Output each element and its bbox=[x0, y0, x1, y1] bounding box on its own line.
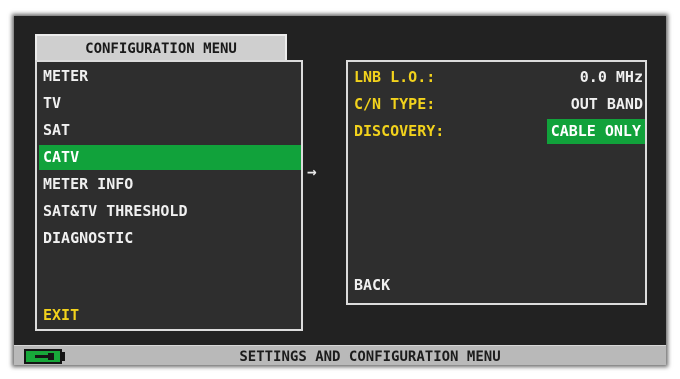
menu-item-meter[interactable]: METER bbox=[39, 64, 301, 89]
discovery-value: CABLE ONLY bbox=[546, 119, 645, 144]
device-screen: CONFIGURATION MENU METER TV SAT CATV MET… bbox=[14, 16, 666, 365]
status-bar: SETTINGS AND CONFIGURATION MENU bbox=[14, 345, 666, 365]
cn-type-row[interactable]: C/N TYPE: OUT BAND bbox=[354, 92, 645, 117]
lnb-lo-row[interactable]: LNB L.O.: 0.0 MHz bbox=[354, 65, 645, 90]
discovery-label: DISCOVERY: bbox=[354, 122, 445, 140]
discovery-row[interactable]: DISCOVERY: CABLE ONLY bbox=[354, 119, 645, 144]
battery-plug-cap bbox=[48, 353, 54, 360]
battery-icon bbox=[24, 349, 62, 364]
menu-item-exit[interactable]: EXIT bbox=[39, 303, 301, 328]
right-arrow-icon: → bbox=[307, 162, 317, 181]
battery-plug-bar bbox=[35, 355, 49, 358]
lnb-lo-label: LNB L.O.: bbox=[354, 68, 436, 86]
menu-item-meter-info[interactable]: METER INFO bbox=[39, 172, 301, 197]
config-menu: METER TV SAT CATV METER INFO SAT&TV THRE… bbox=[35, 60, 303, 331]
back-button[interactable]: BACK bbox=[354, 276, 390, 294]
lnb-lo-value: 0.0 MHz bbox=[579, 68, 643, 86]
catv-settings-panel: LNB L.O.: 0.0 MHz C/N TYPE: OUT BAND DIS… bbox=[346, 60, 647, 305]
menu-item-catv[interactable]: CATV bbox=[39, 145, 301, 170]
menu-item-sat-tv-threshold[interactable]: SAT&TV THRESHOLD bbox=[39, 199, 301, 224]
menu-item-tv[interactable]: TV bbox=[39, 91, 301, 116]
menu-item-diagnostic[interactable]: DIAGNOSTIC bbox=[39, 226, 301, 251]
cn-type-label: C/N TYPE: bbox=[354, 95, 436, 113]
battery-tip bbox=[62, 352, 65, 361]
cn-type-value: OUT BAND bbox=[570, 95, 643, 113]
status-text: SETTINGS AND CONFIGURATION MENU bbox=[239, 349, 501, 365]
config-menu-title: CONFIGURATION MENU bbox=[35, 34, 287, 62]
menu-item-sat[interactable]: SAT bbox=[39, 118, 301, 143]
